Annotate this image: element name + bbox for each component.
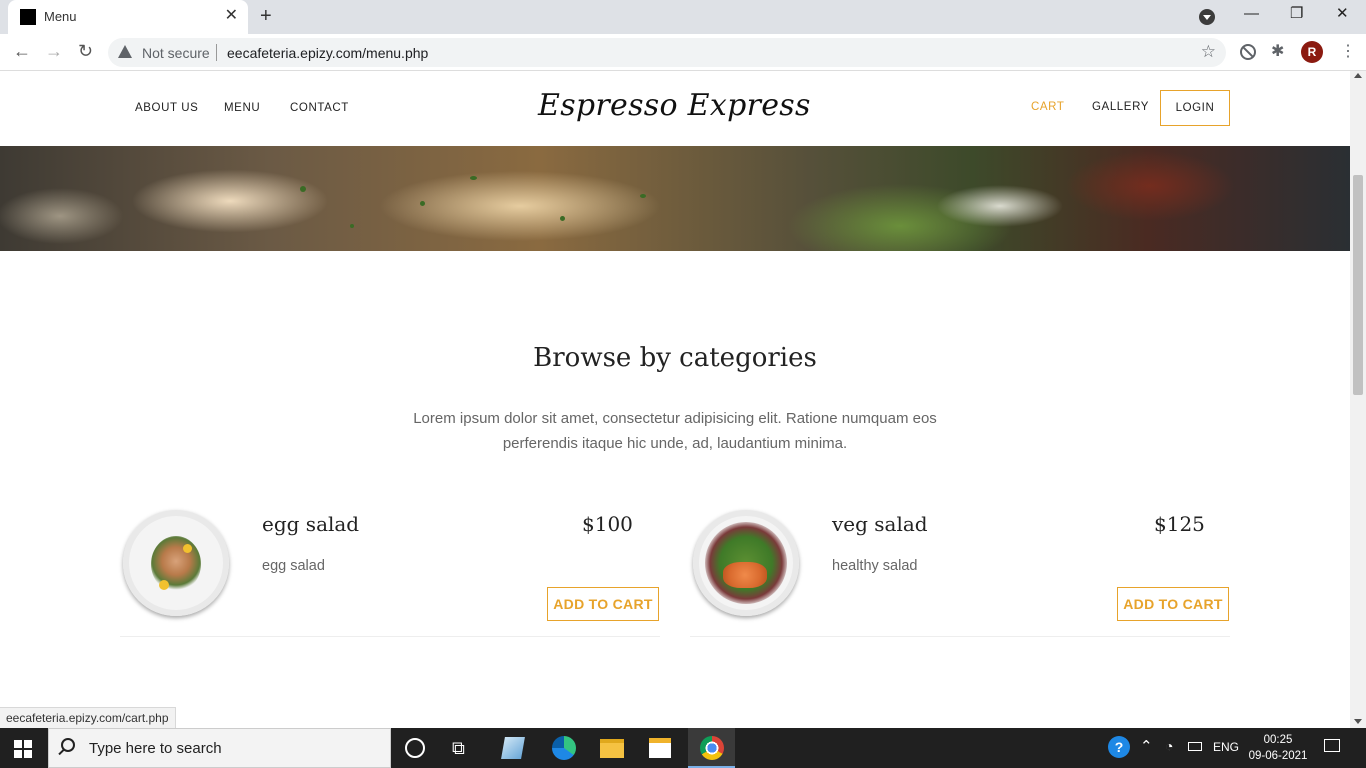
window-close-icon[interactable]: ✕ (1336, 4, 1349, 24)
edge-icon[interactable] (552, 736, 576, 760)
scroll-down-icon[interactable] (1354, 719, 1362, 724)
extensions-icon[interactable]: ✱ (1271, 42, 1284, 62)
clock[interactable]: 00:25 09-06-2021 (1246, 732, 1310, 764)
nav-contact[interactable]: CONTACT (290, 102, 349, 114)
address-toolbar: ← → ↻ Not secure eecafeteria.epizy.com/m… (0, 34, 1366, 71)
nav-gallery[interactable]: GALLERY (1092, 101, 1149, 113)
task-view-icon[interactable]: ⧉ (452, 737, 476, 761)
new-tab-icon[interactable]: + (260, 5, 272, 27)
taskbar-search-box[interactable]: Type here to search (48, 728, 391, 768)
reload-icon[interactable]: ↻ (78, 41, 93, 61)
profile-avatar[interactable]: R (1301, 41, 1323, 63)
scroll-up-icon[interactable] (1354, 73, 1362, 78)
nav-about-us[interactable]: ABOUT US (135, 102, 198, 114)
close-tab-icon[interactable]: ✕ (225, 7, 238, 25)
favicon-icon (20, 9, 36, 25)
dish-price: $125 (1154, 512, 1205, 536)
dish-name: veg salad (832, 512, 928, 536)
site-brand[interactable]: Espresso Express (538, 88, 811, 123)
omnibox[interactable]: Not secure eecafeteria.epizy.com/menu.ph… (108, 38, 1226, 67)
tab-title: Menu (44, 9, 77, 24)
login-button[interactable]: LOGIN (1160, 90, 1230, 126)
warning-icon[interactable] (118, 45, 132, 58)
notifications-icon[interactable] (1324, 739, 1340, 752)
chrome-icon (700, 736, 724, 760)
cortana-icon[interactable] (405, 738, 425, 758)
file-explorer-icon[interactable] (600, 739, 624, 758)
dish-name: egg salad (262, 512, 360, 536)
clock-time: 00:25 (1263, 734, 1293, 746)
dish-price: $100 (582, 512, 633, 536)
dish-image (693, 510, 799, 616)
store-icon[interactable] (649, 738, 671, 758)
site-header: ABOUT US MENU CONTACT Espresso Express C… (0, 71, 1350, 146)
minimize-icon[interactable]: — (1244, 4, 1259, 24)
page-viewport: ABOUT US MENU CONTACT Espresso Express C… (0, 71, 1350, 728)
menu-item: veg salad $125 healthy salad ADD TO CART (690, 502, 1230, 637)
battery-icon[interactable] (1188, 742, 1202, 751)
chevron-up-icon[interactable]: ⌃ (1140, 737, 1153, 755)
taskbar: Type here to search ⧉ ? ⌃ ◔ ENG 00:25 09… (0, 728, 1366, 768)
dish-image (123, 510, 229, 616)
network-icon[interactable]: ◔ (1165, 738, 1173, 754)
help-icon[interactable]: ? (1108, 736, 1130, 758)
omnibox-separator (216, 44, 217, 61)
nav-menu[interactable]: MENU (224, 102, 260, 114)
restore-icon[interactable]: ❐ (1290, 4, 1303, 24)
section-title: Browse by categories (533, 343, 817, 373)
browser-tab[interactable]: Menu ✕ (8, 0, 248, 34)
bookmark-star-icon[interactable]: ☆ (1201, 42, 1216, 62)
security-label[interactable]: Not secure (142, 45, 210, 61)
more-menu-icon[interactable]: ⋮ (1340, 42, 1356, 62)
forward-icon[interactable]: → (45, 41, 63, 61)
url-text[interactable]: eecafeteria.epizy.com/menu.php (227, 45, 428, 61)
language-indicator[interactable]: ENG (1213, 740, 1239, 754)
taskbar-search-placeholder: Type here to search (89, 740, 222, 757)
page-scrollbar[interactable] (1350, 71, 1366, 728)
browser-tab-bar: Menu ✕ + — ❐ ✕ (0, 0, 1366, 34)
clock-date: 09-06-2021 (1248, 750, 1308, 762)
add-to-cart-button[interactable]: ADD TO CART (547, 587, 659, 621)
chrome-taskbar-button[interactable] (688, 728, 735, 768)
tab-search-icon[interactable] (1199, 9, 1215, 25)
scroll-thumb[interactable] (1353, 175, 1363, 395)
app-icon[interactable] (501, 737, 525, 759)
add-to-cart-button[interactable]: ADD TO CART (1117, 587, 1229, 621)
menu-item: egg salad $100 egg salad ADD TO CART (120, 502, 660, 637)
dish-description: egg salad (262, 558, 325, 574)
nav-cart[interactable]: CART (1031, 101, 1065, 113)
blocked-icon[interactable] (1240, 44, 1256, 60)
windows-start-icon[interactable] (14, 740, 32, 758)
back-icon[interactable]: ← (13, 41, 31, 61)
hero-banner-image (0, 146, 1350, 251)
dish-description: healthy salad (832, 558, 918, 574)
section-description: Lorem ipsum dolor sit amet, consectetur … (413, 410, 937, 452)
status-bar-url: eecafeteria.epizy.com/cart.php (0, 707, 176, 728)
search-icon (61, 738, 75, 752)
